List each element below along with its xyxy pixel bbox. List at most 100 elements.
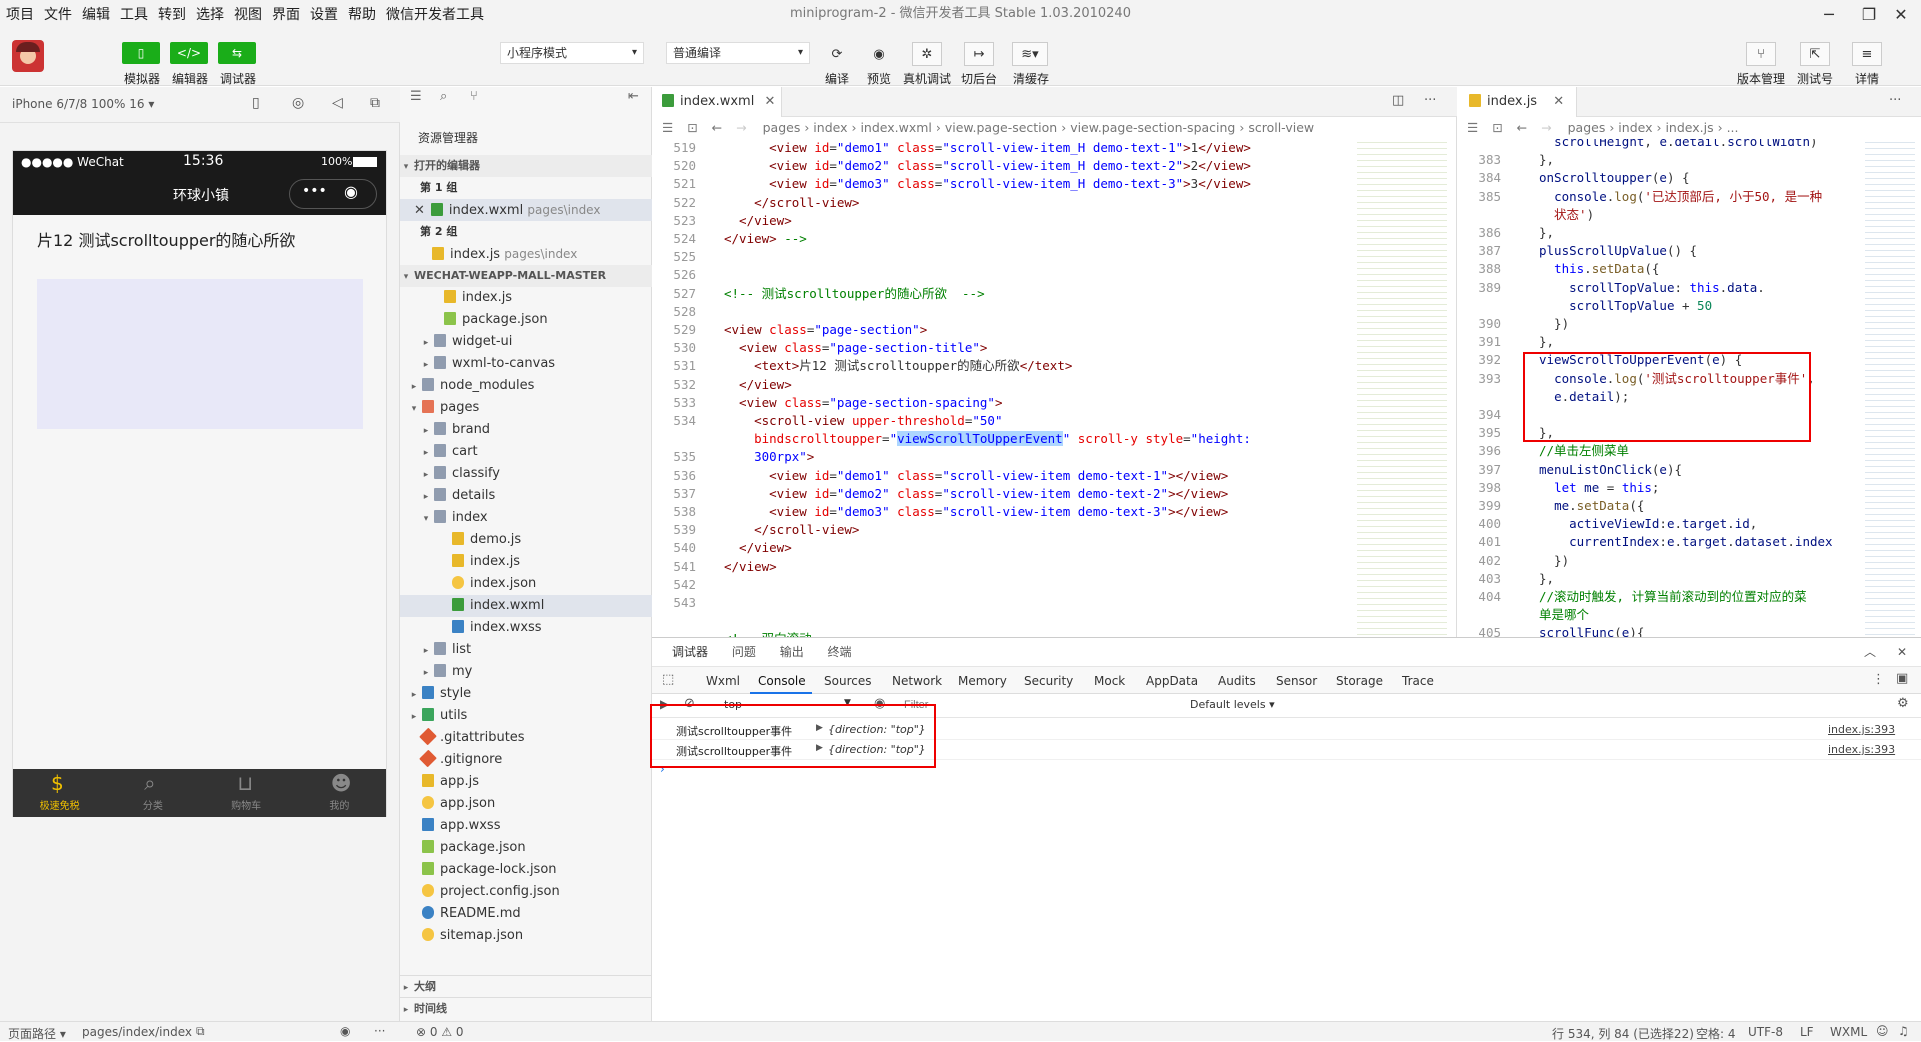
language-mode[interactable]: WXML xyxy=(1830,1025,1867,1039)
breadcrumb-item[interactable]: view.page-section xyxy=(945,120,1057,135)
menu-item-tools[interactable]: 工具 xyxy=(120,4,148,24)
window-icon[interactable]: ⧉ xyxy=(370,95,380,111)
feedback-icon[interactable]: ☺ xyxy=(1876,1024,1889,1038)
tab-index-js[interactable]: index.js ✕ xyxy=(1457,87,1577,117)
menu-item-edit[interactable]: 编辑 xyxy=(82,4,110,24)
log-object[interactable]: {direction: "top"} xyxy=(828,743,926,756)
bug-icon[interactable]: ✲ xyxy=(912,42,942,66)
more-actions-icon[interactable]: ··· xyxy=(1424,93,1436,108)
back-icon[interactable]: ← xyxy=(712,120,722,135)
tree-folder-cart[interactable]: ▸ cart xyxy=(400,441,652,463)
back-icon[interactable]: ← xyxy=(1517,120,1527,135)
bookmark-icon[interactable]: ⊡ xyxy=(687,120,697,135)
tree-item-package-lock-json[interactable]: package-lock.json xyxy=(400,859,652,881)
volume-icon[interactable]: ◁ xyxy=(332,95,343,111)
tree-folder-pages[interactable]: ▾ pages xyxy=(400,397,652,419)
tab-cart[interactable]: ⊔ 购物车 xyxy=(200,769,293,817)
console-prompt-icon[interactable]: › xyxy=(660,762,665,776)
tree-item-index-js[interactable]: index.js xyxy=(400,551,652,573)
editor-toggle-button[interactable]: </> xyxy=(170,42,208,64)
indentation[interactable]: 空格: 4 xyxy=(1696,1025,1736,1042)
log-levels-select[interactable]: Default levels ▾ xyxy=(1190,698,1275,711)
menu-item-goto[interactable]: 转到 xyxy=(158,4,186,24)
menu-item-interface[interactable]: 界面 xyxy=(272,4,300,24)
more-actions-icon[interactable]: ··· xyxy=(1889,93,1901,108)
tree-folder-index[interactable]: ▾ index xyxy=(400,507,652,529)
bell-icon[interactable]: ♫ xyxy=(1898,1024,1909,1038)
tab-security[interactable]: Security xyxy=(1024,674,1073,688)
refresh-icon[interactable]: ⟳ xyxy=(822,42,852,66)
tree-folder-wxml-to-canvas[interactable]: ▸ wxml-to-canvas xyxy=(400,353,652,375)
tree-item-index-wxml[interactable]: index.wxml xyxy=(400,595,652,617)
tree-item-app-wxss[interactable]: app.wxss xyxy=(400,815,652,837)
filter-input[interactable] xyxy=(904,696,1104,714)
tree-item-index-json[interactable]: index.json xyxy=(400,573,652,595)
eye-icon[interactable]: ◉ xyxy=(874,696,885,711)
breadcrumb-item[interactable]: view.page-section-spacing xyxy=(1070,120,1235,135)
menu-icon[interactable]: ≡ xyxy=(1852,42,1882,66)
tab-memory[interactable]: Memory xyxy=(958,674,1007,688)
tree-item-sitemap-json[interactable]: sitemap.json xyxy=(400,925,652,947)
page-path-select[interactable]: 页面路径 ▾ xyxy=(8,1025,66,1042)
more-icon[interactable]: ••• xyxy=(302,183,327,199)
tab-storage[interactable]: Storage xyxy=(1336,674,1383,688)
mode-select[interactable]: 小程序模式 xyxy=(500,42,644,64)
simulator-toggle-button[interactable]: ▯ xyxy=(122,42,160,64)
close-icon[interactable]: ✕ xyxy=(414,203,425,218)
breadcrumb-item[interactable]: pages xyxy=(1568,120,1606,135)
problems-count[interactable]: ⊗ 0 ⚠ 0 xyxy=(416,1025,464,1039)
tree-folder-list[interactable]: ▸ list xyxy=(400,639,652,661)
context-select[interactable]: top xyxy=(724,698,844,711)
tab-category[interactable]: ⌕ 分类 xyxy=(106,769,199,817)
layers-icon[interactable]: ≋▾ xyxy=(1012,42,1048,66)
expand-icon[interactable]: ▶ xyxy=(816,723,823,733)
tab-terminal[interactable]: 终端 xyxy=(828,645,852,659)
tree-item-package-json[interactable]: package.json xyxy=(400,309,652,331)
breadcrumb-item[interactable]: index xyxy=(813,120,847,135)
tree-folder-brand[interactable]: ▸ brand xyxy=(400,419,652,441)
breadcrumb-item[interactable]: scroll-view xyxy=(1248,120,1314,135)
more-vert-icon[interactable]: ⋮ xyxy=(1872,672,1885,687)
minimap[interactable] xyxy=(1357,139,1447,637)
scroll-view[interactable] xyxy=(37,279,363,429)
capsule-menu[interactable]: ••• ◉ xyxy=(289,179,377,209)
tree-item-gitignore[interactable]: .gitignore xyxy=(400,749,652,771)
expand-icon[interactable]: ▶ xyxy=(816,743,823,753)
tab-problems[interactable]: 问题 xyxy=(732,645,756,659)
forward-icon[interactable]: → xyxy=(736,120,746,135)
phone-icon[interactable]: ▯ xyxy=(252,95,260,111)
timeline-section[interactable]: ▸ 时间线 xyxy=(400,997,652,1019)
log-source-link[interactable]: index.js:393 xyxy=(1828,743,1895,756)
log-source-link[interactable]: index.js:393 xyxy=(1828,723,1895,736)
share-icon[interactable]: ⇱ xyxy=(1800,42,1830,66)
tab-mock[interactable]: Mock xyxy=(1094,674,1125,688)
outline-section[interactable]: ▸ 大纲 xyxy=(400,975,652,997)
close-tab-icon[interactable]: ✕ xyxy=(764,94,775,109)
breadcrumb-item[interactable]: index.wxml xyxy=(860,120,931,135)
line-ending[interactable]: LF xyxy=(1800,1025,1814,1039)
more-icon[interactable]: ··· xyxy=(374,1024,385,1038)
device-select[interactable]: iPhone 6/7/8 100% 16 ▾ xyxy=(12,97,154,111)
tree-item-demo-js[interactable]: demo.js xyxy=(400,529,652,551)
tree-item-gitattributes[interactable]: .gitattributes xyxy=(400,727,652,749)
tab-wxml[interactable]: Wxml xyxy=(706,674,740,688)
tree-item-project-config-json[interactable]: project.config.json xyxy=(400,881,652,903)
tree-item-index-wxss[interactable]: index.wxss xyxy=(400,617,652,639)
tree-item-app-json[interactable]: app.json xyxy=(400,793,652,815)
tab-console[interactable]: Console xyxy=(758,674,806,688)
debugger-toggle-button[interactable]: ⇆ xyxy=(218,42,256,64)
eye-icon[interactable]: ◉ xyxy=(864,42,894,66)
tree-folder-my[interactable]: ▸ my xyxy=(400,661,652,683)
bookmark-icon[interactable]: ⊡ xyxy=(1492,120,1502,135)
tree-item-readme[interactable]: README.md xyxy=(400,903,652,925)
tree-folder-classify[interactable]: ▸ classify xyxy=(400,463,652,485)
tab-trace[interactable]: Trace xyxy=(1402,674,1434,688)
breadcrumb-item[interactable]: ... xyxy=(1727,120,1739,135)
open-editor-index-js[interactable]: index.js pages\index xyxy=(400,243,652,265)
avatar[interactable] xyxy=(12,40,44,72)
clear-console-icon[interactable]: ⊘ xyxy=(684,696,695,711)
tab-index-wxml[interactable]: index.wxml ✕ xyxy=(652,87,782,117)
forward-icon[interactable]: → xyxy=(1541,120,1551,135)
collapse-icon[interactable]: ︿ xyxy=(1864,638,1876,666)
open-editors-section[interactable]: ▾ 打开的编辑器 xyxy=(400,155,652,177)
